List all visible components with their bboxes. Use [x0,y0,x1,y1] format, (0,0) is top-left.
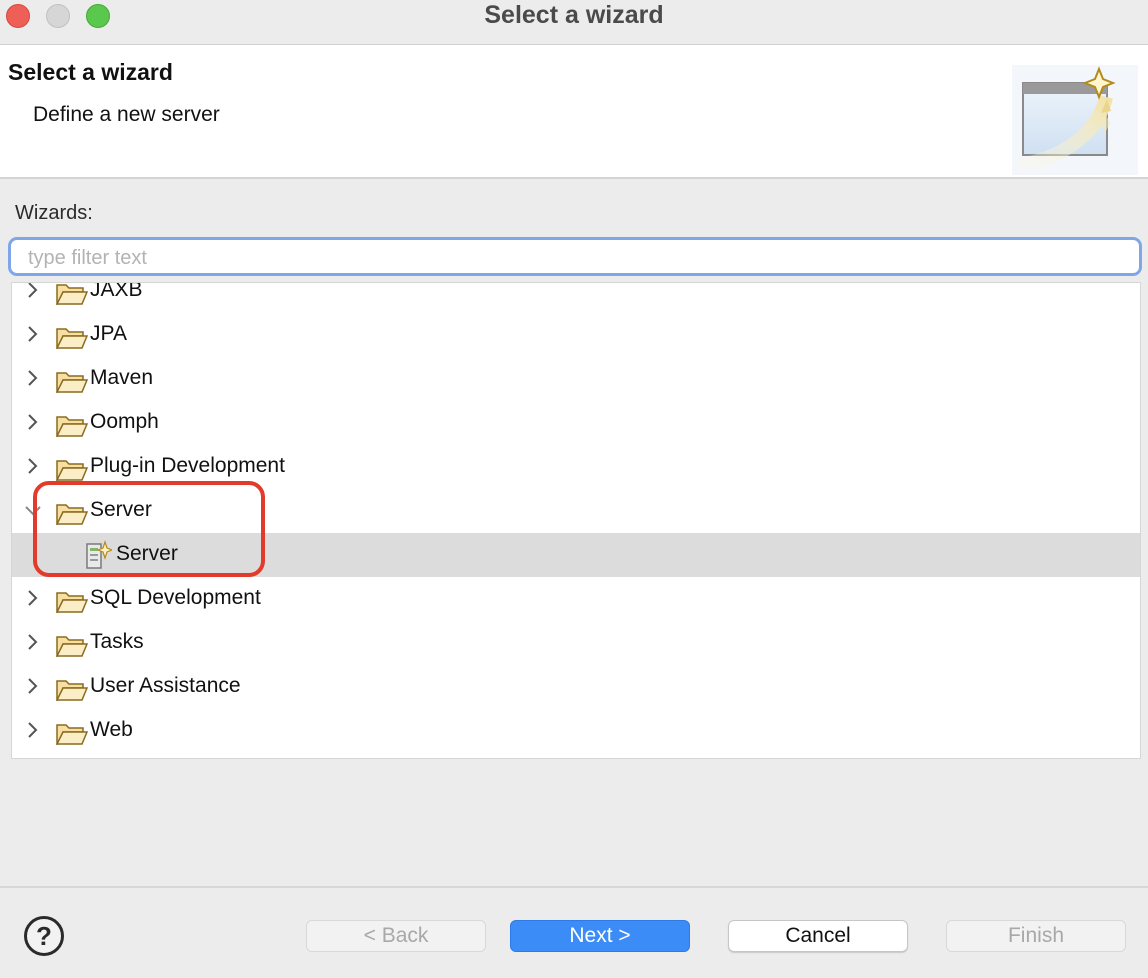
tree-item-plugin-development[interactable]: Plug-in Development [12,445,1140,489]
folder-icon [56,592,88,613]
chevron-right-icon[interactable] [23,324,43,344]
chevron-down-icon[interactable] [23,500,43,520]
filter-field[interactable] [8,237,1142,276]
chevron-right-icon[interactable] [23,456,43,476]
next-button[interactable]: Next > [510,920,690,952]
tree-item-sql-development[interactable]: SQL Development [12,577,1140,621]
finish-button[interactable]: Finish [946,920,1126,952]
tree-item-server-folder[interactable]: Server [12,489,1140,533]
tree-item-server-wizard[interactable]: Server [12,533,1140,577]
chevron-right-icon[interactable] [23,720,43,740]
tree-item-label: Maven [90,366,154,389]
folder-icon [56,680,88,701]
tree-item-jpa[interactable]: JPA [12,313,1140,357]
tree-item-label: JPA [90,322,127,345]
chevron-right-icon[interactable] [23,282,43,300]
folder-icon [56,416,88,437]
folder-icon [56,372,88,393]
wizards-label: Wizards: [15,202,93,224]
tree-item-jaxb[interactable]: JAXB [12,282,1140,313]
chevron-right-icon[interactable] [23,368,43,388]
folder-icon [56,284,88,305]
footer-divider [0,886,1148,888]
filter-input[interactable] [28,245,1118,271]
folder-icon [56,504,88,525]
tree-item-label: JAXB [90,282,143,301]
page-title: Select a wizard [8,59,173,85]
wizard-tree[interactable]: JAXB JPA Maven Oomph Plug-in Development… [11,282,1141,759]
chevron-right-icon[interactable] [23,676,43,696]
back-button[interactable]: < Back [306,920,486,952]
wizard-banner-icon [1012,65,1138,175]
folder-icon [56,460,88,481]
tree-item-web[interactable]: Web [12,709,1140,753]
chevron-right-icon[interactable] [23,632,43,652]
tree-item-label: Oomph [90,410,159,433]
chevron-right-icon[interactable] [23,412,43,432]
folder-icon [56,328,88,349]
wizard-header: Select a wizard Define a new server [0,45,1148,179]
window-title: Select a wizard [484,1,664,29]
tree-item-user-assistance[interactable]: User Assistance [12,665,1140,709]
tree-item-oomph[interactable]: Oomph [12,401,1140,445]
tree-item-label: SQL Development [90,586,261,609]
title-bar: Select a wizard [0,0,1148,45]
cancel-button[interactable]: Cancel [728,920,908,952]
tree-item-label: Server [90,498,152,521]
chevron-right-icon[interactable] [23,588,43,608]
folder-icon [56,724,88,745]
tree-item-label: Tasks [90,630,144,653]
server-wizard-icon [86,540,112,569]
tree-item-label: Plug-in Development [90,454,285,477]
tree-item-tasks[interactable]: Tasks [12,621,1140,665]
tree-item-maven[interactable]: Maven [12,357,1140,401]
page-description: Define a new server [33,103,220,126]
tree-item-label: Server [116,542,178,565]
tree-item-label: User Assistance [90,674,241,697]
tree-item-label: Web [90,718,133,741]
help-button[interactable]: ? [24,916,64,956]
folder-icon [56,636,88,657]
